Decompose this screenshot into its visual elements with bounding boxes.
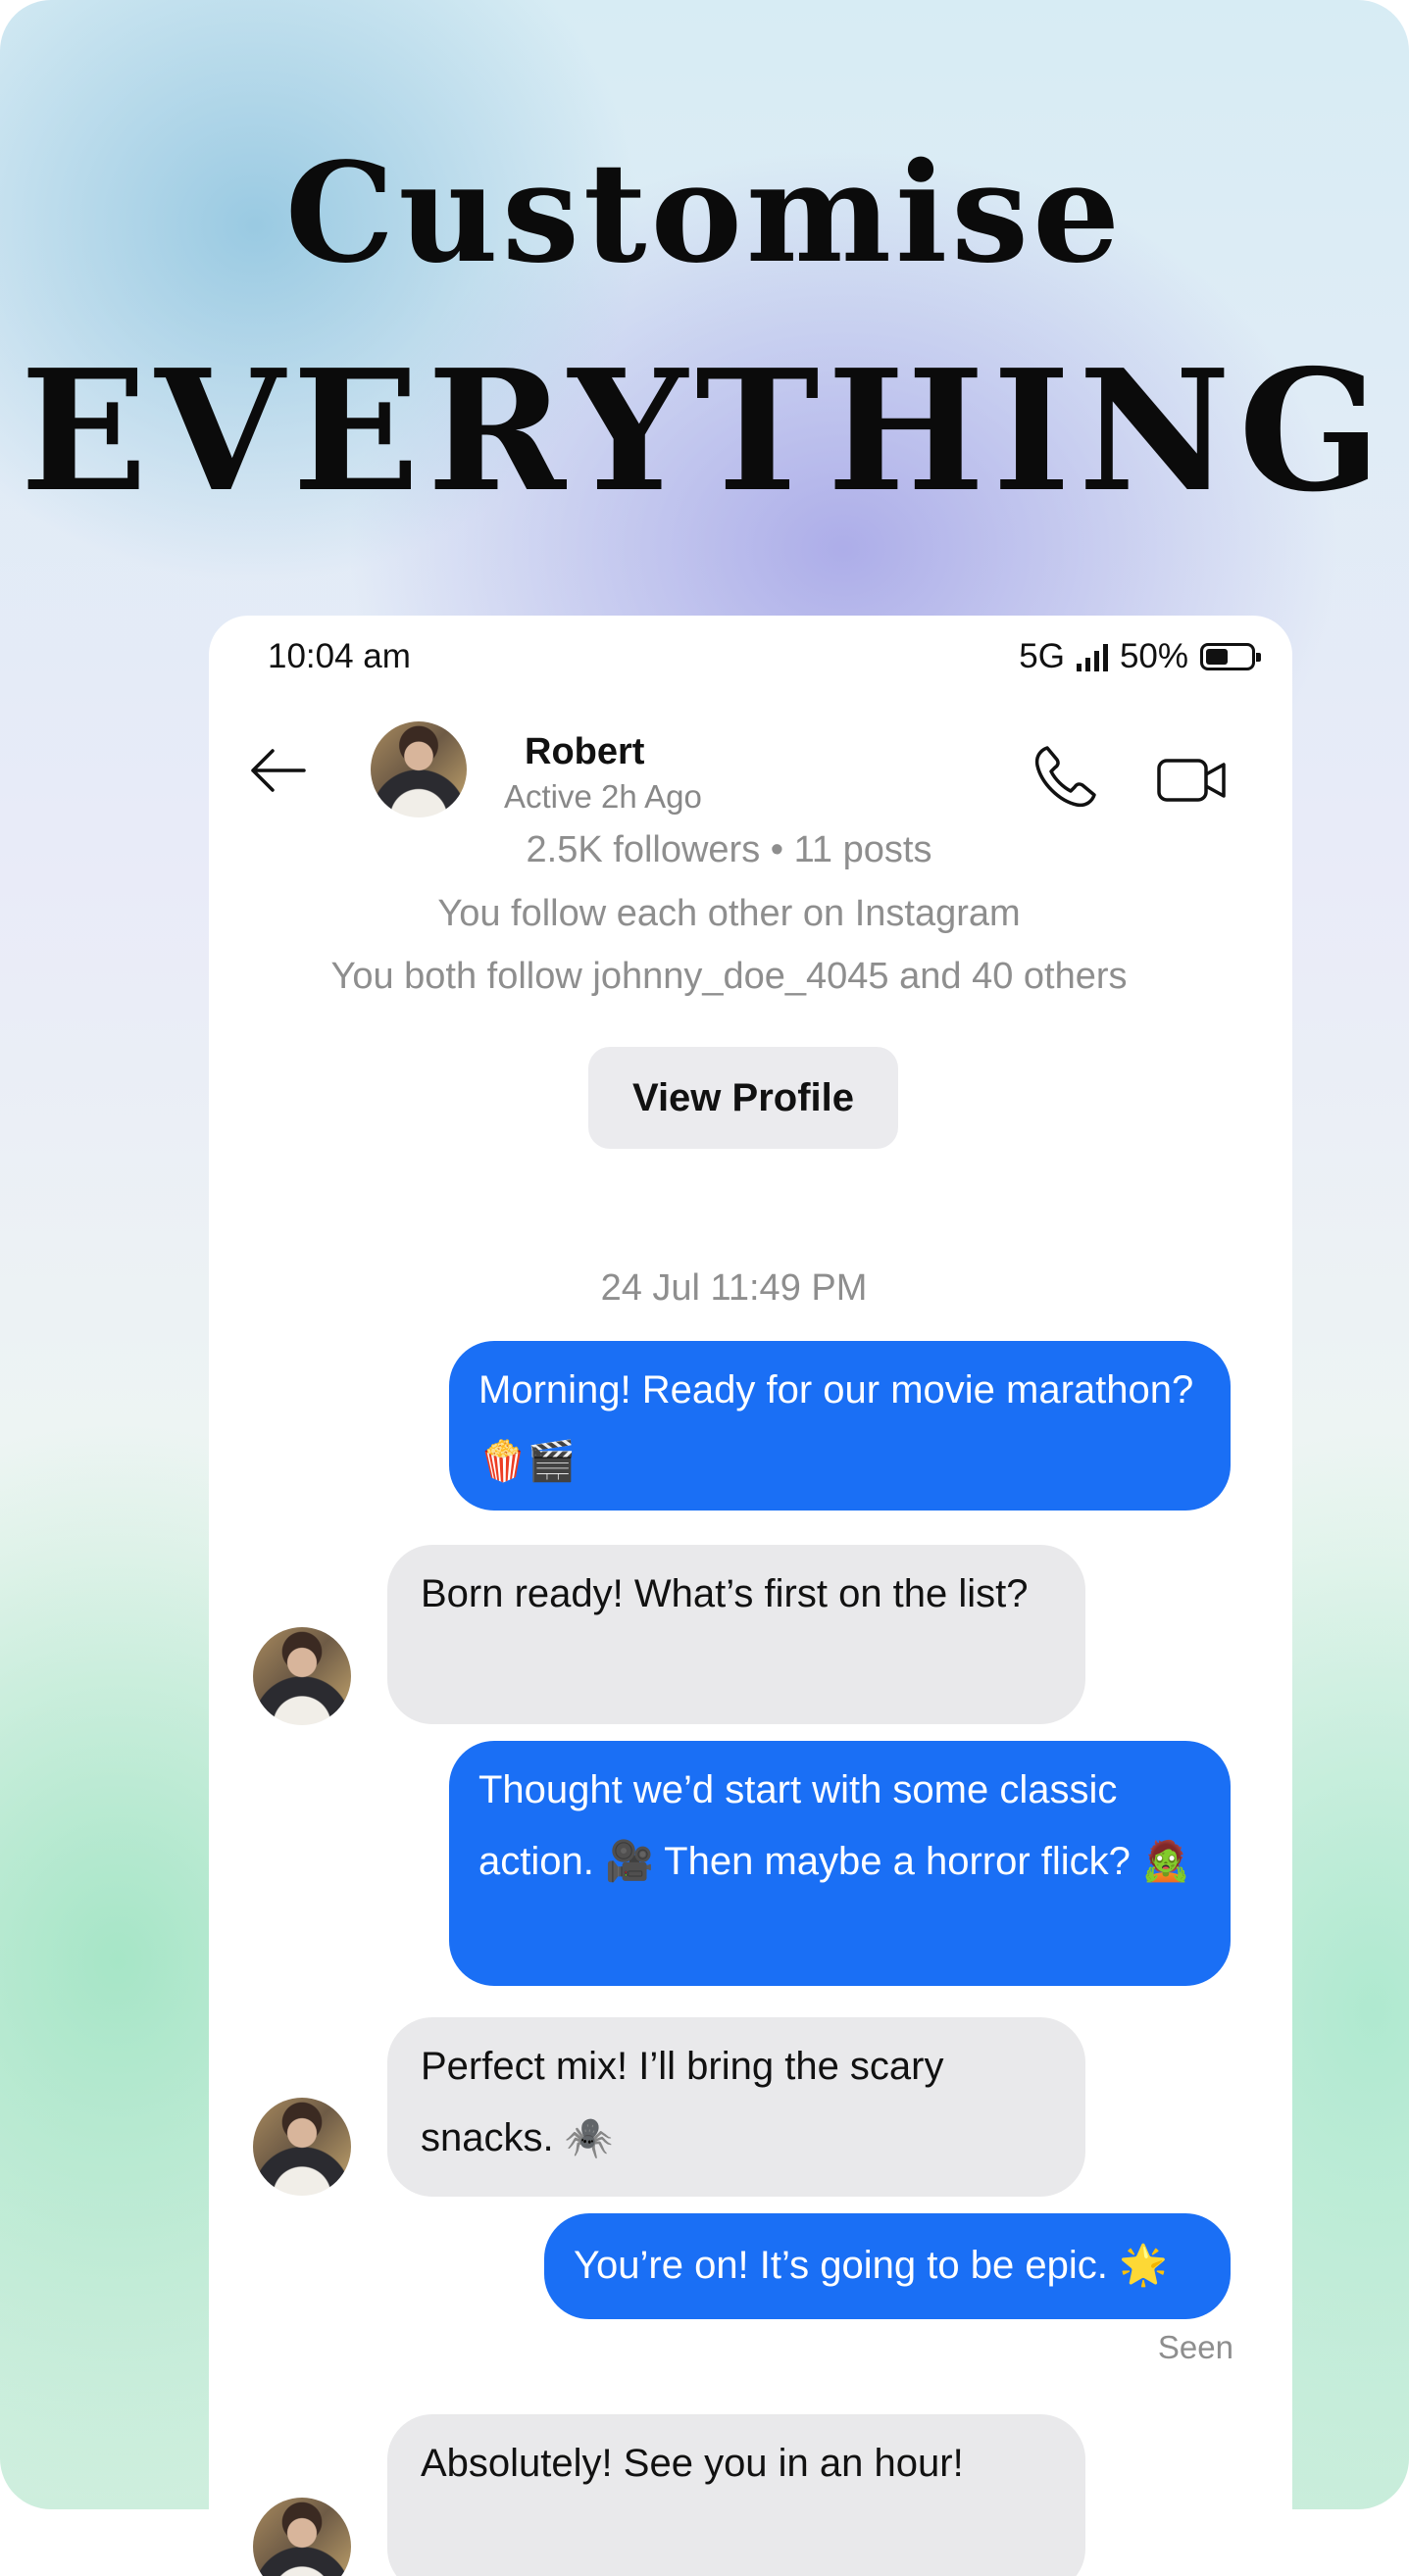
promo-headline-line1: Customise — [284, 133, 1125, 294]
chat-header: Robert Active 2h Ago — [209, 714, 1292, 831]
battery-percent: 50% — [1119, 637, 1188, 675]
network-type: 5G — [1019, 637, 1065, 675]
follow-status: You follow each other on Instagram — [437, 893, 1021, 934]
message-incoming[interactable]: Absolutely! See you in an hour! — [387, 2414, 1085, 2576]
contact-name[interactable]: Robert — [525, 731, 644, 773]
message-incoming[interactable]: Born ready! What’s first on the list? — [387, 1545, 1085, 1724]
contact-avatar[interactable] — [371, 721, 467, 817]
sender-avatar — [253, 1627, 351, 1725]
status-indicators: 5G 50% — [1019, 637, 1261, 676]
video-camera-icon[interactable] — [1153, 741, 1232, 819]
back-arrow-icon[interactable] — [243, 735, 314, 806]
mutual-followers: You both follow johnny_doe_4045 and 40 o… — [330, 956, 1128, 997]
message-outgoing[interactable]: Thought we’d start with some classic act… — [449, 1741, 1231, 1986]
sender-avatar — [253, 2098, 351, 2196]
profile-stats: 2.5K followers • 11 posts — [526, 829, 932, 870]
sender-avatar — [253, 2498, 351, 2576]
promo-headline-line2: EVERYTHING — [20, 333, 1389, 529]
message-outgoing[interactable]: You’re on! It’s going to be epic. 🌟 — [544, 2213, 1231, 2319]
phone-icon[interactable] — [1026, 738, 1104, 817]
view-profile-button[interactable]: View Profile — [588, 1047, 898, 1149]
message-incoming[interactable]: Perfect mix! I’ll bring the scary snacks… — [387, 2017, 1085, 2197]
status-time: 10:04 am — [268, 637, 411, 675]
seen-indicator: Seen — [1157, 2329, 1233, 2365]
signal-icon — [1076, 642, 1108, 671]
phone-screen: 10:04 am 5G 50% Robert Active 2h Ago 2.5… — [209, 616, 1292, 2576]
battery-icon — [1200, 643, 1261, 670]
contact-activity-status: Active 2h Ago — [504, 778, 702, 815]
message-outgoing[interactable]: Morning! Ready for our movie marathon? 🍿… — [449, 1341, 1231, 1511]
date-separator: 24 Jul 11:49 PM — [600, 1267, 868, 1309]
status-bar: 10:04 am 5G 50% — [209, 616, 1292, 710]
